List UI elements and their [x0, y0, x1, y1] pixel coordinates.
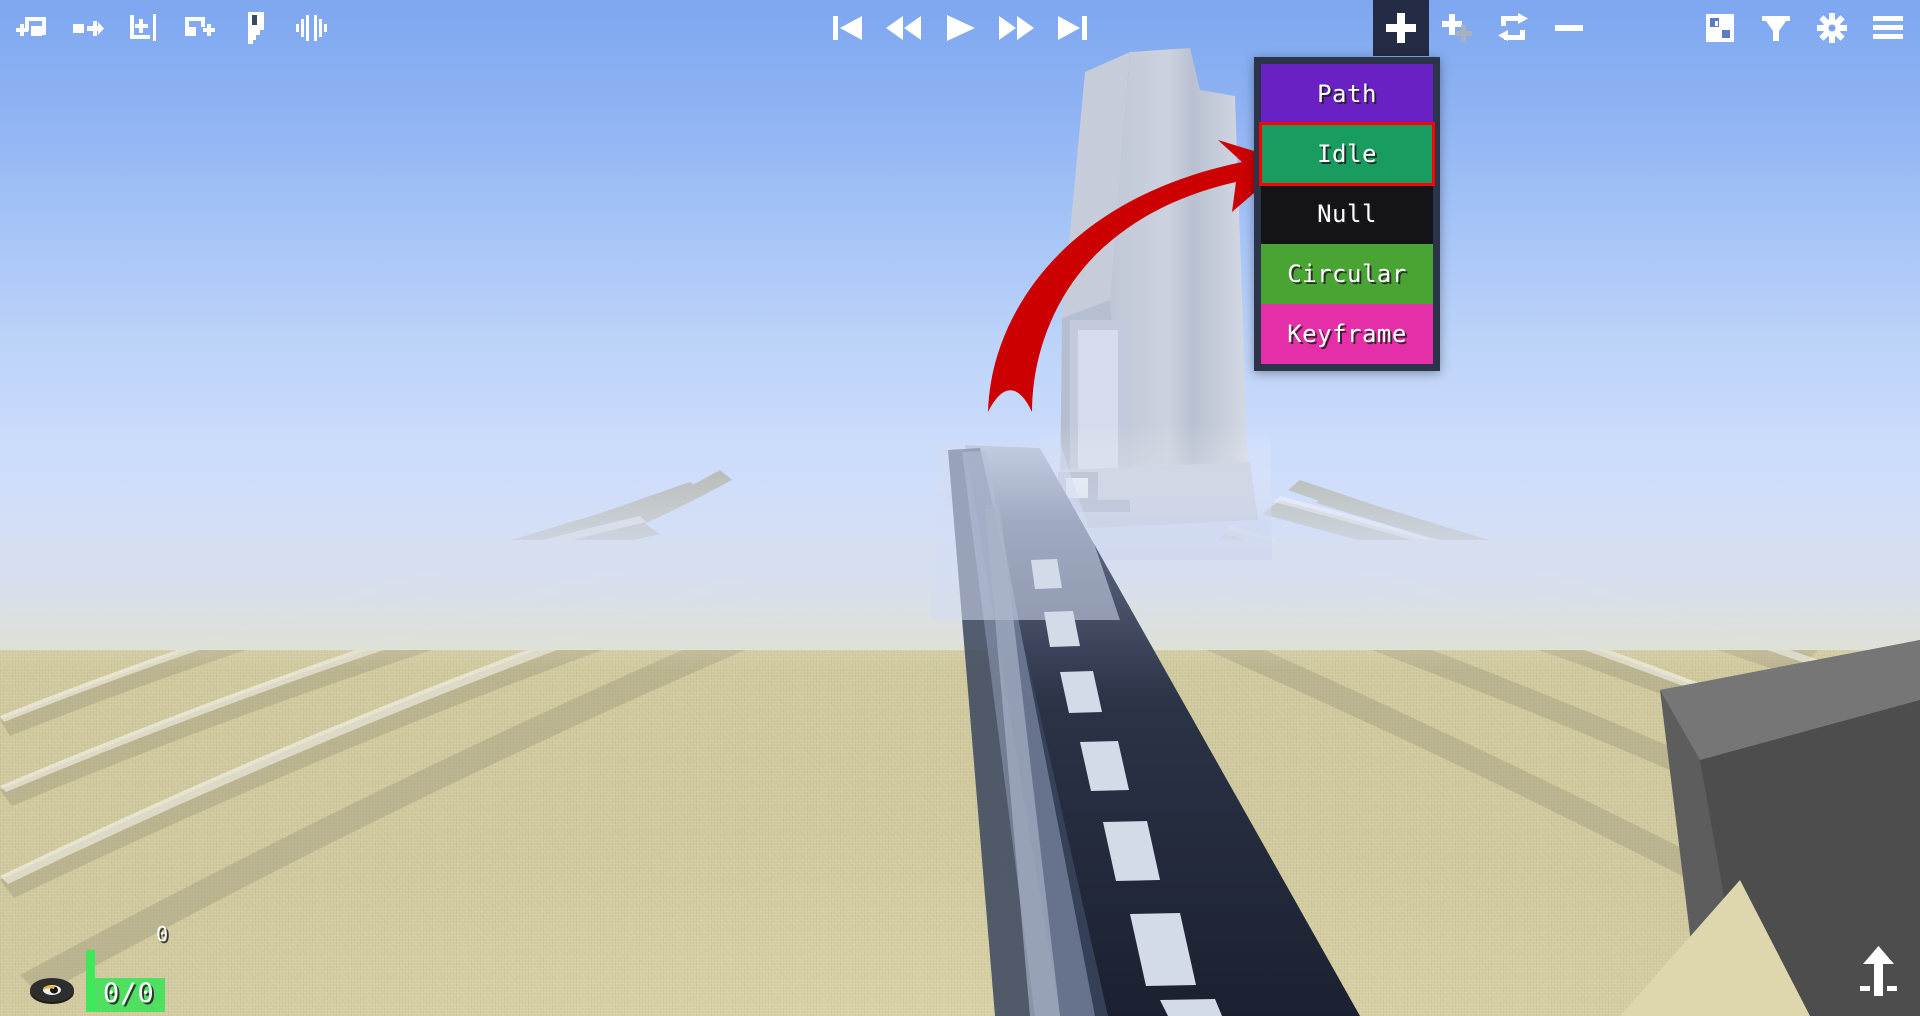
settings-button[interactable]	[1804, 0, 1860, 56]
add-button[interactable]	[1373, 0, 1429, 56]
minus-icon	[1555, 25, 1583, 31]
waveform-button[interactable]	[284, 0, 340, 56]
menu-button[interactable]	[1860, 0, 1916, 56]
move-keyframe-right-button[interactable]	[60, 0, 116, 56]
filter-button[interactable]	[1748, 0, 1804, 56]
play-button[interactable]	[932, 0, 988, 56]
dropdown-item-circular[interactable]: Circular	[1261, 244, 1433, 304]
rewind-icon	[886, 16, 921, 40]
timeline-tick	[86, 950, 95, 1012]
dropdown-item-path[interactable]: Path	[1261, 64, 1433, 124]
filter-funnel-icon	[1762, 16, 1790, 41]
save-button[interactable]	[1692, 0, 1748, 56]
skip-to-start-icon	[833, 16, 862, 40]
toolbar-left-group	[4, 0, 340, 56]
fast-forward-button[interactable]	[988, 0, 1044, 56]
add-keyframe-before-icon	[16, 17, 46, 36]
jump-indicator[interactable]	[1856, 942, 1902, 1006]
replace-button[interactable]	[1485, 0, 1541, 56]
up-arrow-icon	[1860, 946, 1897, 996]
toolbar-right-group	[1692, 0, 1916, 56]
app-root: Path Idle Null Circular Keyframe 0 0/0	[0, 0, 1920, 1016]
play-icon	[947, 15, 975, 41]
rewind-button[interactable]	[876, 0, 932, 56]
add-multiple-button[interactable]	[1429, 0, 1485, 56]
atmospheric-fog	[0, 470, 1920, 650]
skip-to-start-button[interactable]	[820, 0, 876, 56]
marker-pin-icon	[248, 12, 264, 44]
dropdown-item-null[interactable]: Null	[1261, 184, 1433, 244]
marker-pin-button[interactable]	[228, 0, 284, 56]
hamburger-menu-icon	[1873, 16, 1903, 39]
plus-icon	[1386, 13, 1416, 43]
dropdown-item-label: Null	[1317, 200, 1377, 228]
top-toolbar	[0, 0, 1920, 56]
add-keyframe-before-button[interactable]	[4, 0, 60, 56]
append-keyframe-button[interactable]	[172, 0, 228, 56]
timeline-hud: 0 0/0	[28, 922, 168, 1012]
spy-disc-icon[interactable]	[28, 976, 76, 1006]
gear-icon	[1817, 13, 1847, 43]
replace-loop-icon	[1498, 13, 1528, 41]
dropdown-item-label: Keyframe	[1287, 320, 1407, 348]
skip-to-end-button[interactable]	[1044, 0, 1100, 56]
insert-frame-icon	[130, 14, 156, 41]
game-viewport[interactable]	[0, 0, 1920, 1016]
playback-controls	[820, 0, 1100, 56]
dropdown-item-label: Idle	[1317, 140, 1377, 168]
waveform-icon	[296, 15, 327, 41]
dropdown-item-keyframe[interactable]: Keyframe	[1261, 304, 1433, 364]
keyframe-index-label: 0	[156, 922, 169, 946]
dropdown-item-label: Circular	[1287, 260, 1407, 288]
save-floppy-icon	[1706, 14, 1734, 42]
append-keyframe-icon	[185, 17, 215, 36]
dropdown-item-idle[interactable]: Idle	[1259, 122, 1435, 186]
keyframe-counter-badge: 0/0	[95, 977, 165, 1012]
skip-to-end-icon	[1058, 16, 1087, 40]
insert-frame-button[interactable]	[116, 0, 172, 56]
double-plus-icon	[1442, 14, 1472, 42]
path-type-dropdown[interactable]: Path Idle Null Circular Keyframe	[1254, 57, 1440, 371]
edit-tools-group	[1373, 0, 1597, 56]
move-keyframe-right-icon	[73, 21, 104, 36]
fast-forward-icon	[999, 16, 1034, 40]
dropdown-item-label: Path	[1317, 80, 1377, 108]
remove-button[interactable]	[1541, 0, 1597, 56]
timeline-marker[interactable]: 0 0/0	[86, 922, 168, 1012]
